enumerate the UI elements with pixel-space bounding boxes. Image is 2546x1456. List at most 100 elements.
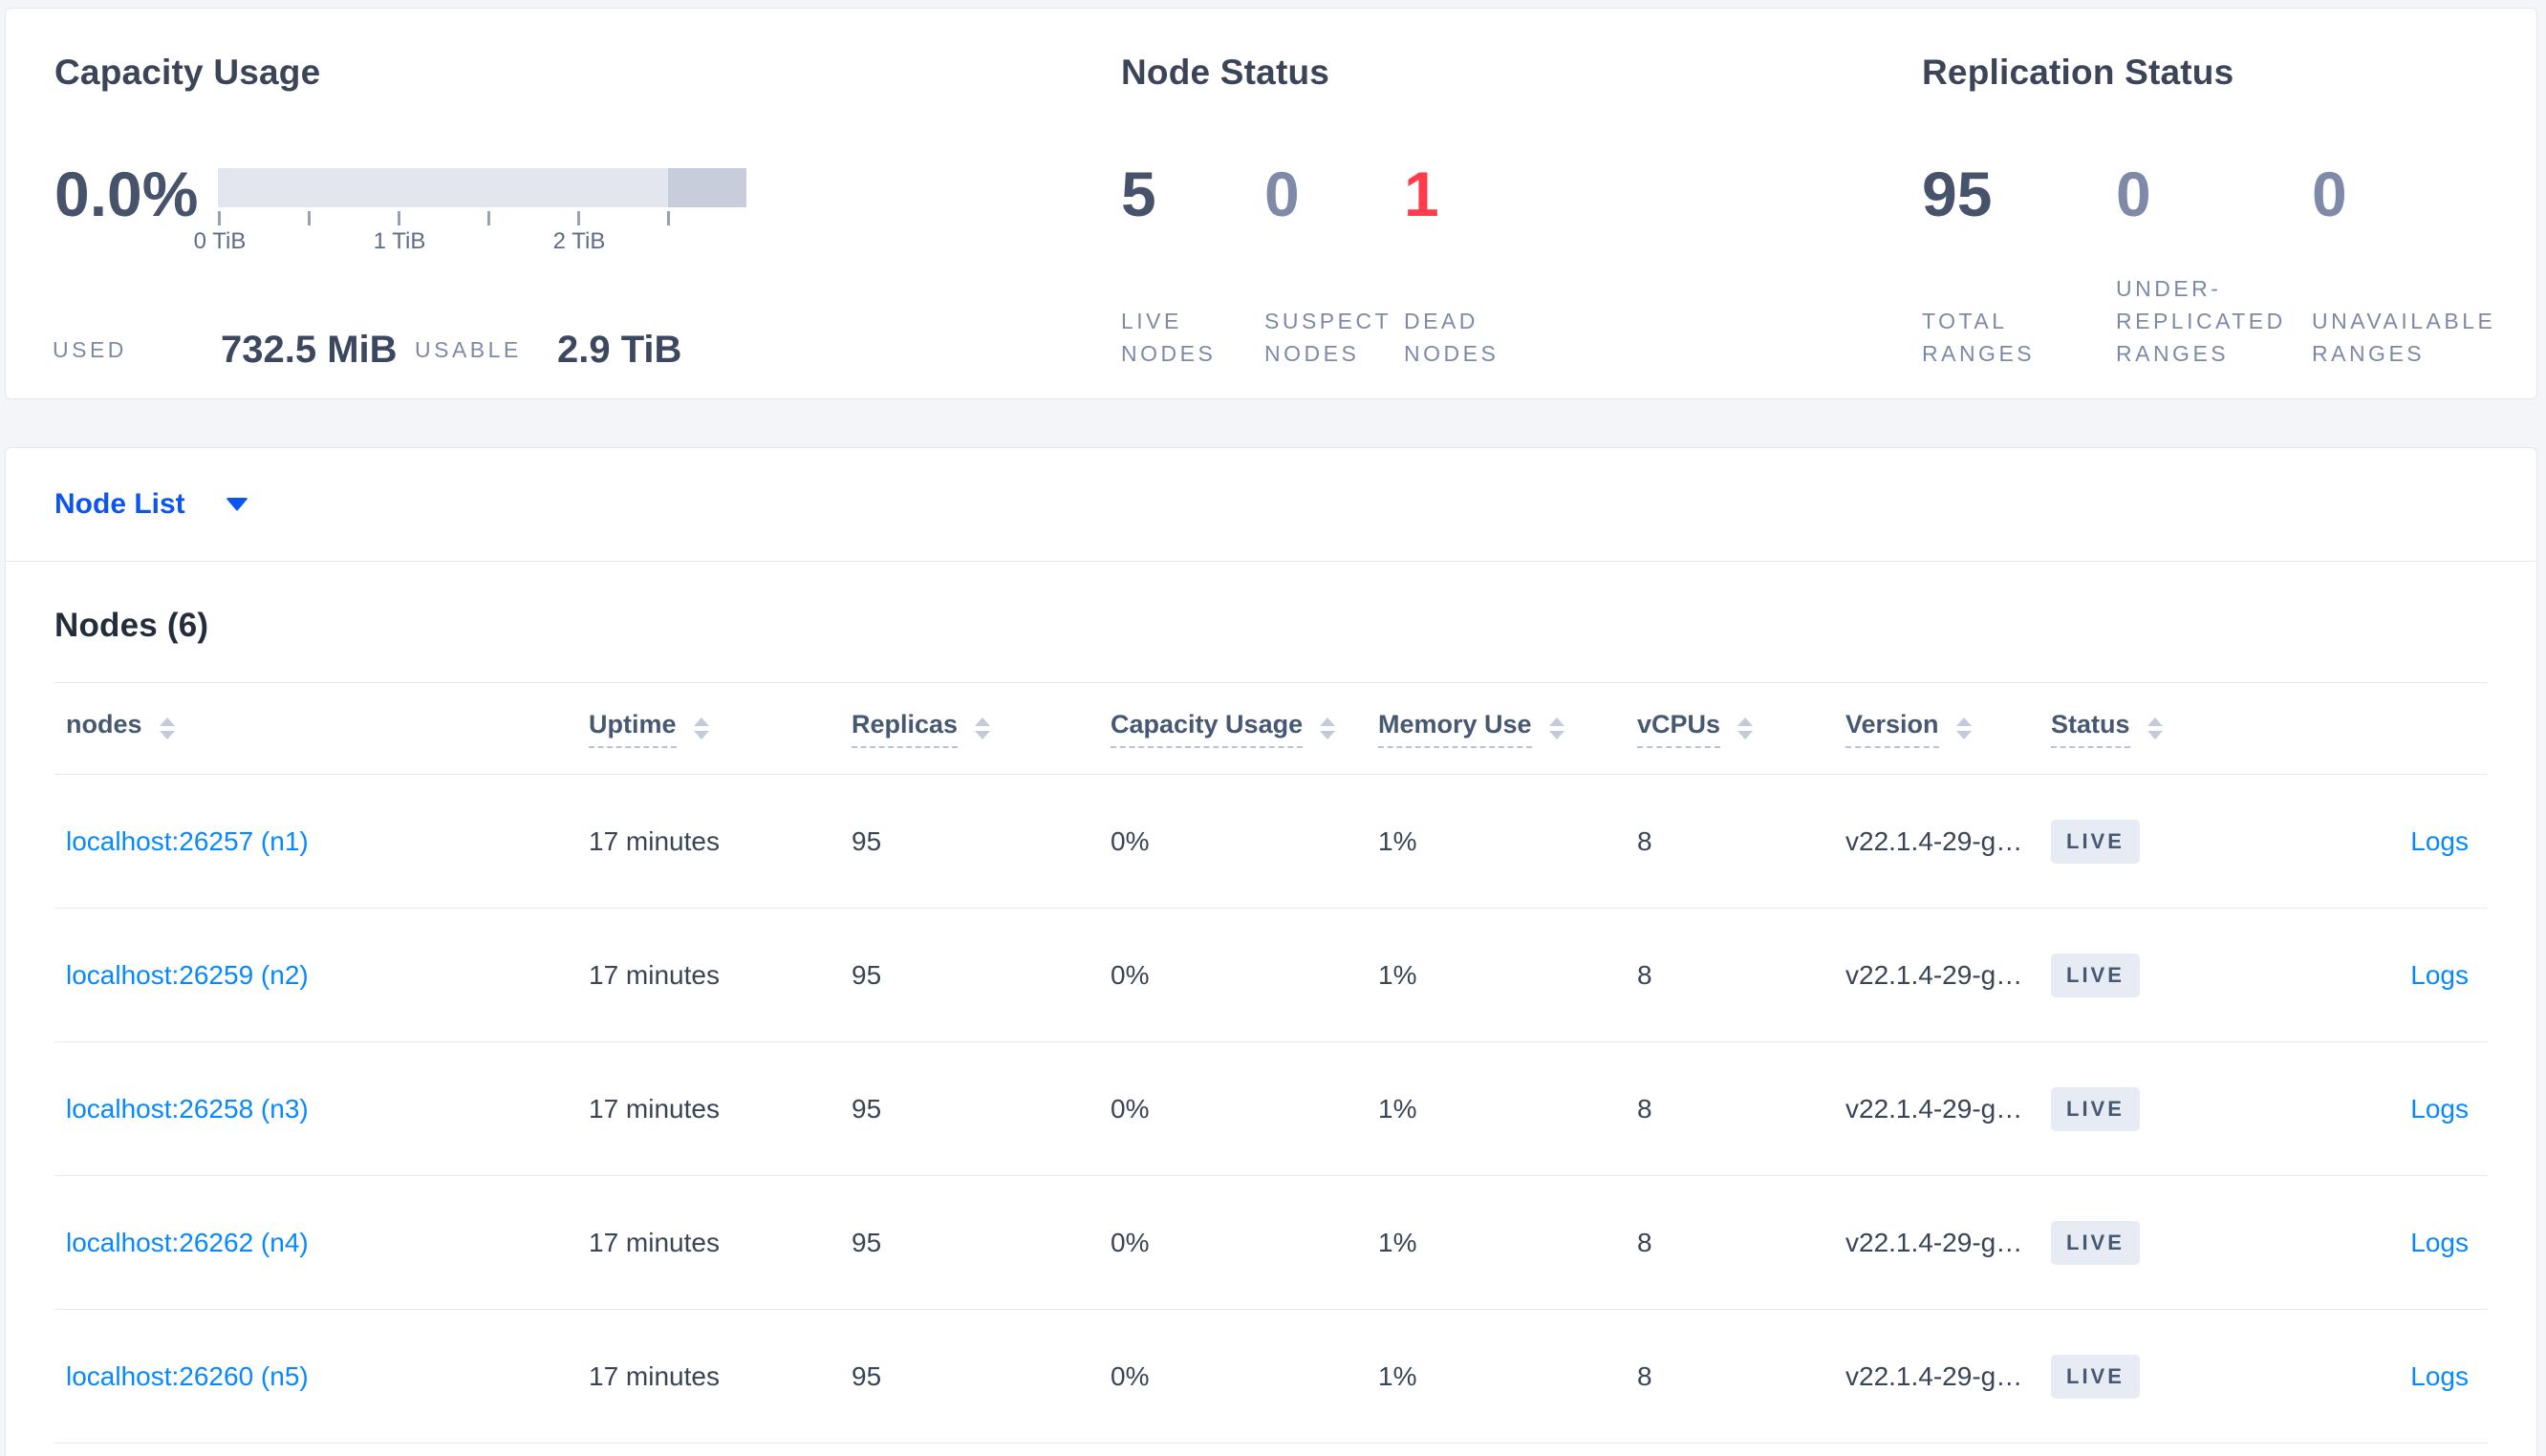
sort-icon[interactable] [2147,717,2163,739]
table-row: localhost:26262 (n4) 17 minutes 95 0% 1%… [54,1176,2488,1310]
sort-icon[interactable] [1737,717,1754,739]
column-header-label: nodes [66,709,142,739]
capacity-usage-cell: 0% [1111,1093,1150,1124]
node-link[interactable]: localhost:26259 (n2) [66,960,309,990]
view-selector-bar: Node List [6,448,2536,562]
sort-up-icon [1548,717,1564,726]
sort-up-icon [2147,717,2163,726]
sort-up-icon [1737,717,1754,726]
node-link[interactable]: localhost:26260 (n5) [66,1361,309,1391]
vcpus-cell: 8 [1637,825,1652,856]
status-badge: LIVE [2051,819,2140,864]
status-badge: LIVE [2051,1086,2140,1131]
column-header[interactable]: Version [1834,710,2039,748]
usable-value: 2.9 TiB [557,329,682,371]
sort-up-icon [1320,717,1336,726]
column-header[interactable]: Replicas [840,710,1099,748]
under-replicated-ranges-count: 0 [2116,159,2151,229]
sort-down-icon [1955,731,1972,739]
logs-link[interactable]: Logs [2410,1094,2469,1124]
replicas-cell: 95 [852,825,882,856]
uptime-cell: 17 minutes [589,959,720,990]
logs-link[interactable]: Logs [2410,960,2469,990]
sort-icon[interactable] [975,717,991,739]
axis-tick [487,211,490,225]
column-header[interactable]: nodes [54,710,577,748]
sort-icon[interactable] [1320,717,1336,739]
version-cell: v22.1.4-29-g… [1845,1227,2023,1257]
column-header-label: vCPUs [1637,710,1721,748]
axis-tick [398,211,400,225]
unavailable-ranges-label: UNAVAILABLE RANGES [2312,309,2496,366]
axis-tick [577,211,580,225]
suspect-nodes-label: SUSPECT NODES [1264,309,1392,366]
replicas-cell: 95 [852,1360,882,1391]
table-row: localhost:26260 (n5) 17 minutes 95 0% 1%… [54,1310,2488,1444]
version-cell: v22.1.4-29-g… [1845,1360,2023,1391]
column-header-label: Replicas [852,710,959,748]
table-row: localhost:26257 (n1) 17 minutes 95 0% 1%… [54,775,2488,909]
axis-tick-label: 2 TiB [552,228,606,254]
nodes-table-body: localhost:26257 (n1) 17 minutes 95 0% 1%… [54,775,2488,1444]
uptime-cell: 17 minutes [589,1227,720,1257]
logs-link[interactable]: Logs [2410,1228,2469,1257]
nodes-table: nodes Uptime Replicas Capacity Usage Mem… [54,682,2488,1444]
uptime-cell: 17 minutes [589,825,720,856]
sort-down-icon [975,731,991,739]
table-row: localhost:26258 (n3) 17 minutes 95 0% 1%… [54,1042,2488,1176]
capacity-usage-cell: 0% [1111,1360,1150,1391]
version-cell: v22.1.4-29-g… [1845,825,2023,856]
axis-tick-label: 0 TiB [193,228,247,254]
cluster-summary-panel: Capacity Usage 0.0% 0 TiB 1 TiB 2 TiB US… [5,8,2537,399]
node-link[interactable]: localhost:26258 (n3) [66,1094,309,1124]
column-header-label: Version [1845,710,1939,748]
sort-down-icon [1320,731,1336,739]
logs-link[interactable]: Logs [2410,1361,2469,1391]
column-header[interactable]: Status [2039,710,2274,748]
column-header[interactable]: Uptime [577,710,840,748]
sort-down-icon [1737,731,1754,739]
axis-tick [218,211,221,225]
sort-icon[interactable] [1955,717,1972,739]
live-nodes-count: 5 [1121,159,1156,229]
node-status-title: Node Status [1121,53,1330,92]
under-replicated-ranges-label: UNDER-REPLICATED RANGES [2116,276,2286,366]
logs-link[interactable]: Logs [2410,826,2469,856]
column-header[interactable]: Memory Use [1367,710,1626,748]
memory-use-cell: 1% [1378,1227,1417,1257]
total-ranges-label: TOTAL RANGES [1922,309,2036,366]
sort-icon[interactable] [693,717,709,739]
usable-label: USABLE [415,337,522,362]
live-nodes-label: LIVE NODES [1121,309,1217,366]
column-header[interactable]: vCPUs [1626,710,1834,748]
column-header-label: Uptime [589,710,677,748]
total-ranges-count: 95 [1922,159,1993,229]
axis-tick [308,211,311,225]
sort-down-icon [159,731,175,739]
nodes-count-heading: Nodes (6) [54,607,209,644]
column-header[interactable]: Capacity Usage [1099,710,1367,748]
dead-nodes-label: DEAD NODES [1404,309,1500,366]
caret-down-icon[interactable] [225,498,248,511]
capacity-bar: 0 TiB 1 TiB 2 TiB [194,168,746,283]
sort-up-icon [975,717,991,726]
memory-use-cell: 1% [1378,959,1417,990]
capacity-usage-cell: 0% [1111,825,1150,856]
sort-icon[interactable] [159,717,175,739]
table-header-row: nodes Uptime Replicas Capacity Usage Mem… [54,682,2488,775]
table-row: localhost:26259 (n2) 17 minutes 95 0% 1%… [54,909,2488,1042]
sort-icon[interactable] [1548,717,1564,739]
replicas-cell: 95 [852,1227,882,1257]
used-value: 732.5 MiB [221,329,398,371]
node-link[interactable]: localhost:26262 (n4) [66,1228,309,1257]
version-cell: v22.1.4-29-g… [1845,959,2023,990]
dead-nodes-count: 1 [1404,159,1439,229]
used-label: USED [53,337,127,362]
node-list-dropdown[interactable]: Node List [54,488,185,521]
uptime-cell: 17 minutes [589,1093,720,1124]
status-badge: LIVE [2051,1354,2140,1399]
axis-tick-label: 1 TiB [373,228,426,254]
status-badge: LIVE [2051,1220,2140,1265]
node-link[interactable]: localhost:26257 (n1) [66,826,309,856]
axis-tick [667,211,670,225]
